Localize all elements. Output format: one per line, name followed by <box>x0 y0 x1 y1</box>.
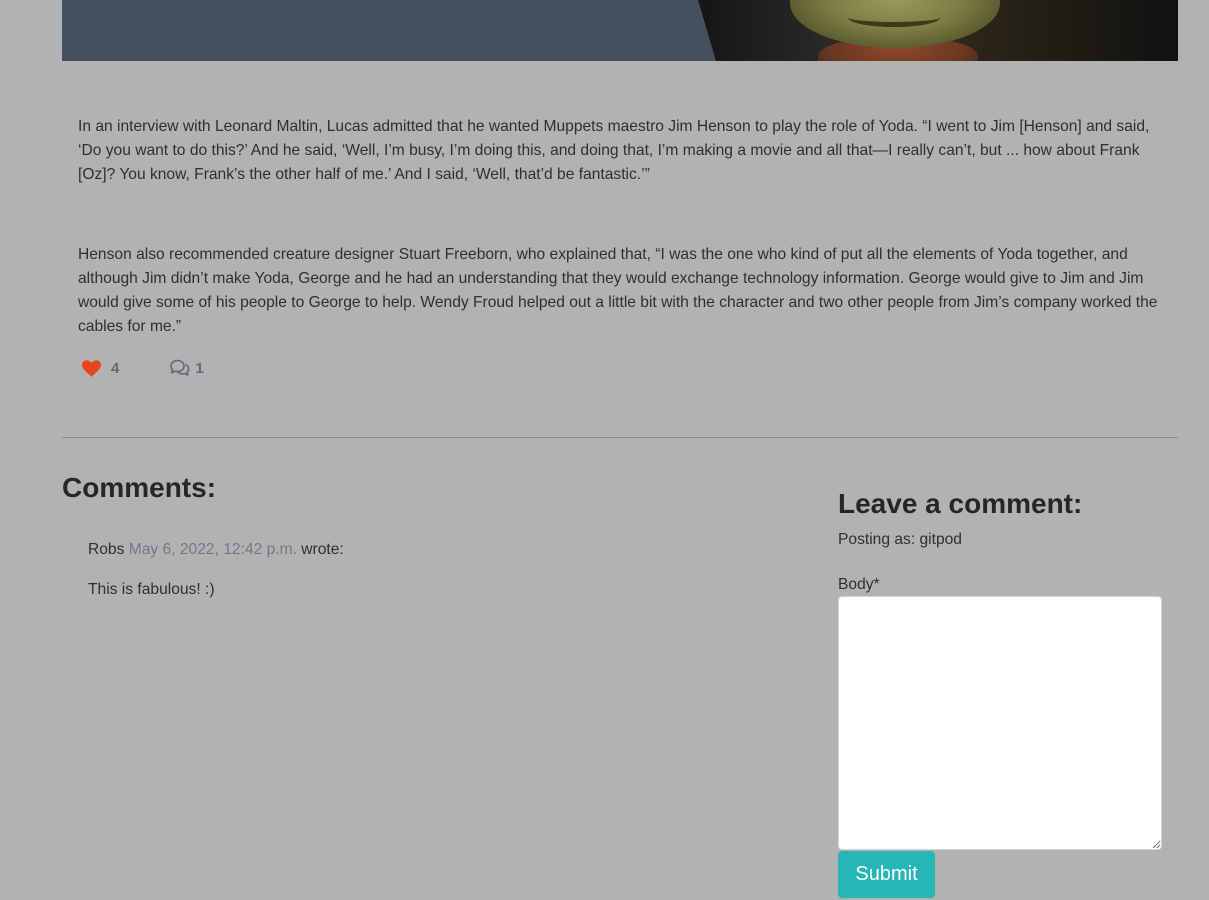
like-button[interactable]: 4 <box>82 360 119 377</box>
comment-body: This is fabulous! :) <box>88 581 215 598</box>
post-hero-banner <box>62 0 1178 61</box>
section-divider <box>62 437 1178 438</box>
comment-item: Robs May 6, 2022, 12:42 p.m. wrote: This… <box>88 538 788 602</box>
leave-comment-heading: Leave a comment: <box>838 488 1083 519</box>
yoda-mouth-shape <box>848 8 940 27</box>
post-paragraph: Henson also recommended creature designe… <box>78 246 1158 335</box>
hero-image-yoda <box>698 0 1178 61</box>
submit-button[interactable]: Submit <box>838 851 935 898</box>
post-paragraph: In an interview with Leonard Maltin, Luc… <box>78 118 1150 183</box>
comments-heading: Comments: <box>62 472 217 503</box>
comment-wrote-label: wrote: <box>301 541 344 558</box>
like-count: 4 <box>111 359 120 377</box>
comment-meta: Robs May 6, 2022, 12:42 p.m. wrote: <box>88 538 788 562</box>
post-reactions: 4 1 <box>82 355 204 381</box>
comment-count: 1 <box>195 359 204 377</box>
heart-icon[interactable] <box>82 359 101 377</box>
post-detail-page: In an interview with Leonard Maltin, Luc… <box>0 0 1209 900</box>
body-field-label: Body* <box>838 576 880 593</box>
comment-body-textarea[interactable] <box>838 596 1162 850</box>
posting-as-text: Posting as: gitpod <box>838 531 962 548</box>
comment-bubbles-icon <box>169 359 190 377</box>
comment-counter: 1 <box>169 359 204 377</box>
comment-author: Robs <box>88 541 125 558</box>
comment-date: May 6, 2022, 12:42 p.m. <box>128 541 297 558</box>
post-content: In an interview with Leonard Maltin, Luc… <box>78 115 1168 339</box>
